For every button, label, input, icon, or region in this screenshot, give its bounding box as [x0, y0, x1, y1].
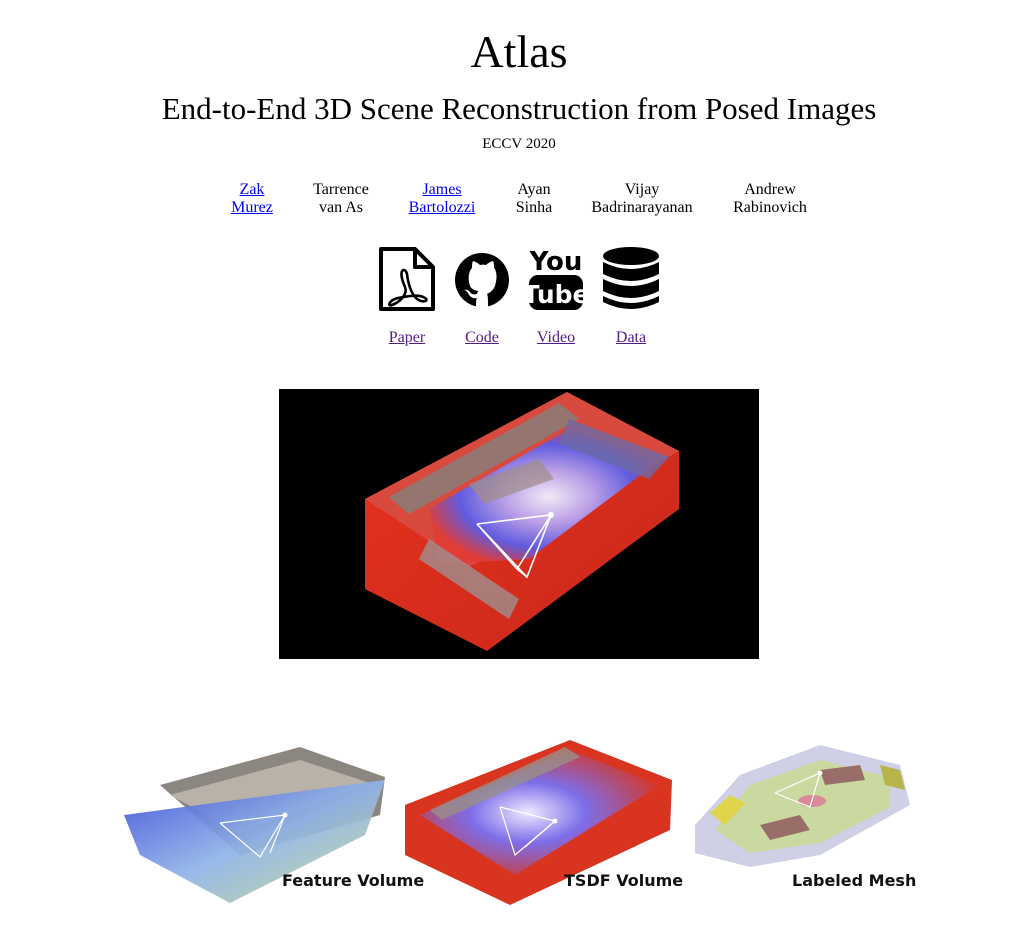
- youtube-icon-text-bottom: Tube: [527, 280, 585, 309]
- author-last-name: Badrinarayanan: [591, 199, 693, 216]
- venue: ECCV 2020: [482, 136, 556, 152]
- labeled-mesh-caption: Labeled Mesh: [792, 871, 916, 890]
- author-vijay-badrinarayanan: Vijay Badrinarayanan: [591, 181, 692, 217]
- feature-volume-caption: Feature Volume: [282, 871, 424, 890]
- author-link-zak-murez[interactable]: Zak Murez: [231, 181, 273, 217]
- paper-link[interactable]: Paper: [367, 246, 447, 347]
- volume-comparison-figure: Feature Volume TSDF Volume Labeled Mesh: [124, 740, 916, 905]
- author-last-name: Sinha: [515, 199, 553, 216]
- author-andrew-rabinovich: Andrew Rabinovich: [733, 181, 807, 217]
- tsdf-reconstruction-render: [365, 392, 679, 651]
- code-label: Code: [465, 329, 499, 346]
- author-tarrence-van-as: Tarrence van As: [313, 181, 369, 217]
- tsdf-volume-panel: TSDF Volume: [405, 740, 683, 905]
- author-last-name: Murez: [231, 199, 273, 216]
- author-ayan-sinha: Ayan Sinha: [516, 181, 552, 217]
- data-label: Data: [615, 329, 647, 346]
- page-title: Atlas: [470, 26, 568, 77]
- author-first-name: Vijay: [624, 181, 660, 198]
- teaser-video-frame[interactable]: [279, 389, 759, 659]
- author-link-james-bartolozzi[interactable]: James Bartolozzi: [409, 181, 476, 217]
- author-first-name: Andrew: [744, 181, 796, 198]
- github-icon: [455, 253, 509, 307]
- page-subtitle: End-to-End 3D Scene Reconstruction from …: [161, 91, 877, 126]
- author-first-name: Zak: [239, 181, 265, 198]
- video-label: Video: [536, 329, 576, 346]
- tsdf-volume-caption: TSDF Volume: [564, 871, 683, 890]
- author-first-name: Tarrence: [313, 181, 369, 198]
- paper-label: Paper: [388, 329, 426, 346]
- youtube-icon-text-top: You: [529, 247, 583, 277]
- youtube-icon: You Tube: [527, 247, 585, 310]
- author-last-name: Rabinovich: [733, 199, 807, 216]
- data-link[interactable]: Data: [591, 246, 671, 347]
- feature-volume-panel: Feature Volume: [124, 747, 424, 903]
- code-link[interactable]: Code: [442, 246, 522, 347]
- author-first-name: Ayan: [517, 181, 551, 198]
- author-first-name: James: [422, 181, 462, 198]
- pdf-file-icon: [379, 247, 435, 311]
- video-link[interactable]: You Tube Video: [516, 246, 596, 347]
- author-last-name: Bartolozzi: [408, 199, 476, 216]
- labeled-mesh-panel: Labeled Mesh: [695, 745, 916, 890]
- author-last-name: van As: [319, 199, 363, 216]
- database-icon: [603, 247, 659, 309]
